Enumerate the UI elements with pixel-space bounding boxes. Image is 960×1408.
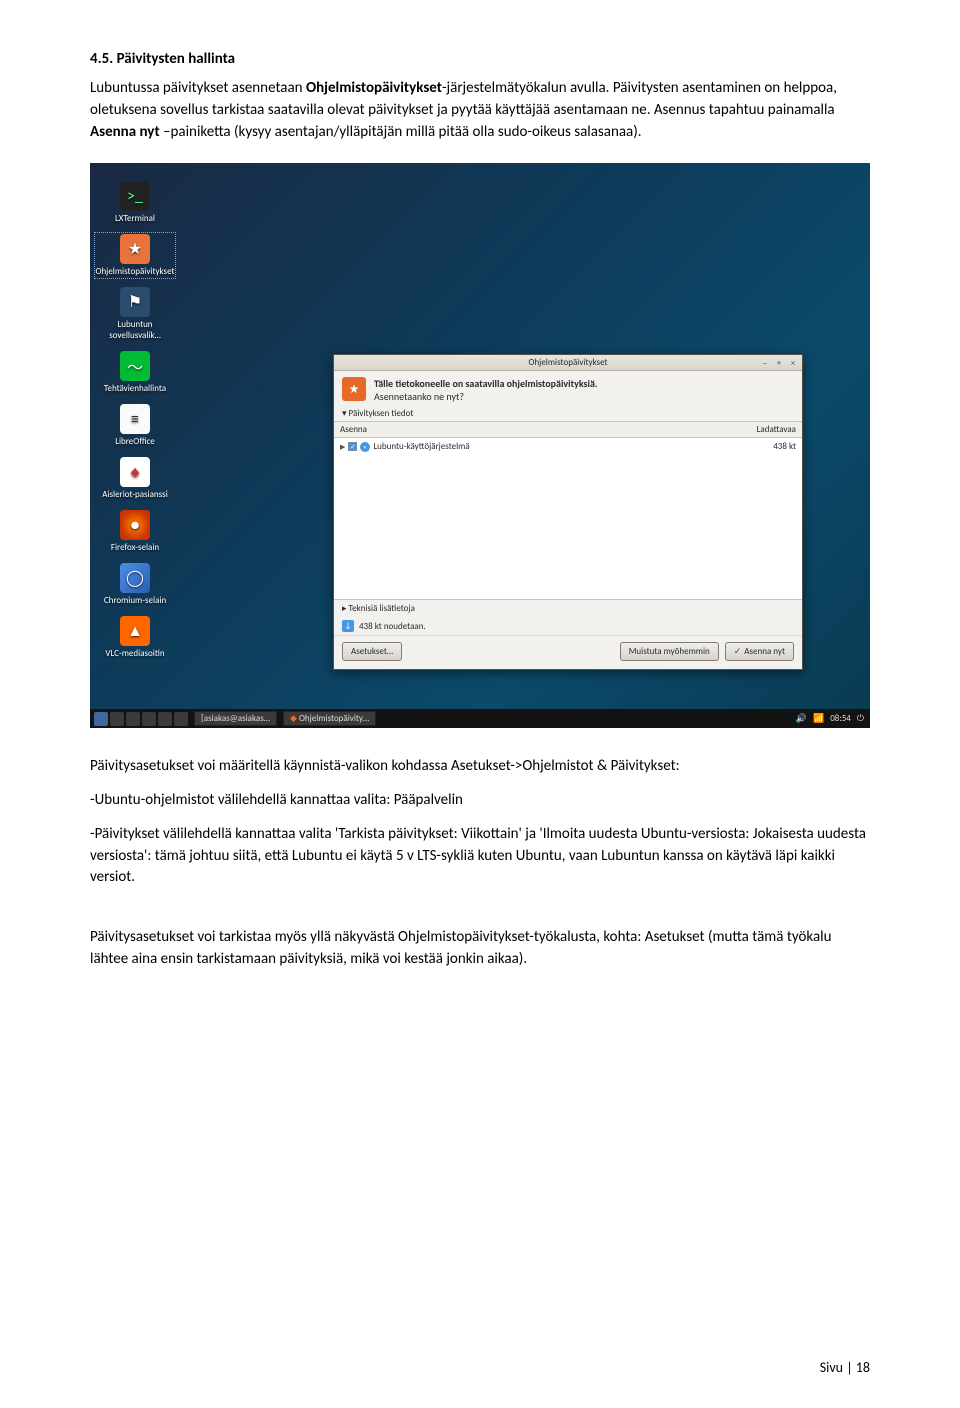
banner-line1: Tälle tietokoneelle on saatavilla ohjelm… xyxy=(374,377,598,390)
volume-icon[interactable]: 🔊 xyxy=(796,713,807,724)
bullet-updates-tab: -Päivitykset välilehdellä kannattaa vali… xyxy=(90,824,870,889)
updates-icon: ★ xyxy=(120,234,150,264)
start-menu-icon[interactable] xyxy=(94,712,108,726)
desktop-icon-libreoffice[interactable]: ≡ LibreOffice xyxy=(96,404,174,447)
taskbar-task-terminal[interactable]: [asiakas@asiakas… xyxy=(194,711,277,726)
expand-triangle-icon[interactable]: ▶ xyxy=(340,442,345,451)
update-list-header: Asenna Ladattavaa xyxy=(334,421,802,438)
closing-paragraph: Päivitysasetukset voi tarkistaa myös yll… xyxy=(90,927,870,971)
window-title: Ohjelmistopäivitykset xyxy=(528,357,607,368)
column-download: Ladattavaa xyxy=(726,424,796,435)
page-footer: Sivu | 18 xyxy=(820,1359,870,1376)
libreoffice-icon: ≡ xyxy=(120,404,150,434)
update-star-icon: ★ xyxy=(342,377,366,401)
para1-e: –painiketta (kysyy asentajan/ylläpitäjän… xyxy=(160,123,642,141)
update-banner: ★ Tälle tietokoneelle on saatavilla ohje… xyxy=(334,371,802,405)
tray-icon[interactable] xyxy=(110,712,124,726)
desktop-icon-lxterminal[interactable]: >_ LXTerminal xyxy=(96,181,174,224)
terminal-icon: >_ xyxy=(120,181,150,211)
taskbar-left: [asiakas@asiakas… ◆ Ohjelmistopäivity… xyxy=(90,711,376,726)
firefox-icon: ● xyxy=(120,510,150,540)
tray-icon[interactable] xyxy=(126,712,140,726)
download-info: ↓ 438 kt noudetaan. xyxy=(334,617,802,635)
desktop-label: LXTerminal xyxy=(115,213,155,224)
update-name: Lubuntu-käyttöjärjestelmä xyxy=(373,441,723,452)
cards-icon: ♠ xyxy=(120,457,150,487)
ubuntu-circle-icon: ◐ xyxy=(360,442,370,452)
technical-details-disclosure[interactable]: ▸ Teknisiä lisätietoja xyxy=(334,599,802,617)
desktop-icon-softwarecenter[interactable]: ⚑ Lubuntun sovellusvalik… xyxy=(96,287,174,341)
minimize-icon[interactable]: – xyxy=(760,356,770,372)
settings-paragraph: Päivitysasetukset voi määritellä käynnis… xyxy=(90,756,870,778)
chromium-icon: ◯ xyxy=(120,563,150,593)
desktop-label: Ohjelmistopäivitykset xyxy=(95,266,174,277)
window-titlebar[interactable]: Ohjelmistopäivitykset – + × xyxy=(334,355,802,371)
task-icon: 〜 xyxy=(120,351,150,381)
update-row[interactable]: ▶ ✓ ◐ Lubuntu-käyttöjärjestelmä 438 kt xyxy=(334,438,802,455)
update-list: ▶ ✓ ◐ Lubuntu-käyttöjärjestelmä 438 kt xyxy=(334,438,802,599)
desktop-label: Firefox-selain xyxy=(111,542,159,553)
remind-later-button[interactable]: Muistuta myöhemmin xyxy=(620,642,719,661)
tray-icon[interactable] xyxy=(158,712,172,726)
power-icon[interactable]: ⏻ xyxy=(857,713,864,724)
banner-line2: Asennetaanko ne nyt? xyxy=(374,390,598,403)
desktop-label: Tehtävienhallinta xyxy=(104,383,166,394)
clock[interactable]: 08:54 xyxy=(830,713,851,724)
vlc-icon: ▲ xyxy=(120,616,150,646)
download-icon: ↓ xyxy=(342,620,354,632)
install-now-label: Asenna nyt xyxy=(744,646,785,657)
lubuntu-desktop-screenshot: >_ LXTerminal ★ Ohjelmistopäivitykset ⚑ … xyxy=(90,163,870,728)
update-checkbox[interactable]: ✓ xyxy=(348,442,357,451)
desktop-icons-column: >_ LXTerminal ★ Ohjelmistopäivitykset ⚑ … xyxy=(96,181,174,659)
download-text: 438 kt noudetaan. xyxy=(359,621,426,632)
check-icon: ✓ xyxy=(734,646,742,657)
network-icon[interactable]: 📶 xyxy=(813,713,824,724)
desktop-icon-firefox[interactable]: ● Firefox-selain xyxy=(96,510,174,553)
desktop-label: Aisleriot-pasianssi xyxy=(102,489,168,500)
desktop-label: Chromium-selain xyxy=(104,595,166,606)
taskbar-task-updates[interactable]: ◆ Ohjelmistopäivity… xyxy=(283,711,376,726)
update-details-disclosure[interactable]: ▾ Päivityksen tiedot xyxy=(334,405,802,421)
desktop-label: LibreOffice xyxy=(115,436,155,447)
updates-small-icon: ◆ xyxy=(290,713,297,724)
taskbar: [asiakas@asiakas… ◆ Ohjelmistopäivity… 🔊… xyxy=(90,709,870,728)
para1-d-bold: Asenna nyt xyxy=(90,123,160,141)
close-icon[interactable]: × xyxy=(788,356,798,372)
intro-paragraph: Lubuntussa päivitykset asennetaan Ohjelm… xyxy=(90,78,870,143)
store-icon: ⚑ xyxy=(120,287,150,317)
desktop-icon-chromium[interactable]: ◯ Chromium-selain xyxy=(96,563,174,606)
tray-icon[interactable] xyxy=(142,712,156,726)
desktop-icon-updates[interactable]: ★ Ohjelmistopäivitykset xyxy=(96,234,174,277)
section-heading: 4.5. Päivitysten hallinta xyxy=(90,50,870,68)
software-updates-window: Ohjelmistopäivitykset – + × ★ Tälle tiet… xyxy=(333,354,803,670)
para1-b-bold: Ohjelmistopäivitykset xyxy=(306,79,442,97)
taskbar-task-label: Ohjelmistopäivity… xyxy=(299,713,369,724)
taskbar-right: 🔊 📶 08:54 ⏻ xyxy=(796,713,870,724)
para1-a: Lubuntussa päivitykset asennetaan xyxy=(90,79,306,97)
maximize-icon[interactable]: + xyxy=(774,356,784,372)
button-row: Asetukset… Muistuta myöhemmin ✓Asenna ny… xyxy=(334,635,802,669)
desktop-icon-vlc[interactable]: ▲ VLC-mediasoitin xyxy=(96,616,174,659)
column-install: Asenna xyxy=(340,424,726,435)
window-controls: – + × xyxy=(760,356,798,372)
update-size: 438 kt xyxy=(726,441,796,452)
desktop-label: VLC-mediasoitin xyxy=(105,648,164,659)
desktop-label: Lubuntun sovellusvalik… xyxy=(96,319,174,341)
desktop-icon-aisleriot[interactable]: ♠ Aisleriot-pasianssi xyxy=(96,457,174,500)
tray-icon[interactable] xyxy=(174,712,188,726)
bullet-ubuntu-tab: -Ubuntu-ohjelmistot välilehdellä kannatt… xyxy=(90,790,870,812)
settings-button[interactable]: Asetukset… xyxy=(342,642,402,661)
install-now-button[interactable]: ✓Asenna nyt xyxy=(725,642,794,661)
desktop-icon-taskmanager[interactable]: 〜 Tehtävienhallinta xyxy=(96,351,174,394)
